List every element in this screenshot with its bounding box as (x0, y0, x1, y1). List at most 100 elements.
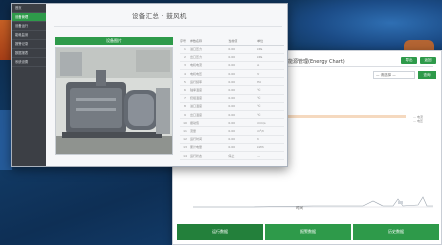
table-row[interactable]: 12 运行时间 0.00 h (180, 135, 284, 144)
row-unit: mm/s (257, 118, 284, 128)
row-unit: A (257, 61, 284, 71)
row-unit: V (257, 69, 284, 79)
row-value: 0.00 (228, 143, 258, 152)
row-param-name: 出口温度 (190, 110, 229, 120)
row-index: 1 (180, 45, 190, 54)
row-value: 0.00 (228, 69, 258, 79)
sidebar-item-home[interactable]: 首页 (12, 4, 46, 13)
row-param-name: 运行状态 (190, 151, 229, 161)
row-value: 0.00 (228, 94, 258, 103)
sidebar-item-settings[interactable]: 系统设置 (12, 58, 46, 67)
sidebar-item-reports[interactable]: 数据报表 (12, 49, 46, 58)
row-index: 5 (180, 77, 190, 87)
row-index: 9 (180, 110, 190, 120)
row-param-name: 进口压力 (190, 45, 229, 54)
sidebar: 首页 设备管理 设备运行 能耗监测 报警记录 数据报表 系统设置 (12, 4, 46, 166)
table-row[interactable]: 3 电机电流 0.00 A (180, 61, 284, 71)
row-param-name: 电机电流 (190, 61, 229, 71)
header-divider (283, 66, 433, 67)
chart-legend: — 电流 — 电压 (413, 115, 423, 123)
row-value: 0.00 (228, 45, 258, 54)
row-param-name: 电机电压 (190, 69, 229, 79)
energy-chart-title: 能源管理(Energy Chart) (288, 59, 345, 65)
device-select[interactable]: — 请选择 — (373, 71, 415, 79)
energy-line-plot (193, 196, 433, 208)
row-param-name: 绕组温度 (190, 94, 229, 103)
table-row[interactable]: 6 轴承温度 0.00 ℃ (180, 85, 284, 95)
row-index: 8 (180, 102, 190, 112)
title-divider (54, 26, 282, 27)
row-unit: kPa (257, 45, 284, 54)
row-unit: — (257, 151, 284, 161)
row-value: 0.00 (228, 110, 258, 120)
row-index: 10 (180, 118, 190, 128)
device-detail-window[interactable]: 首页 设备管理 设备运行 能耗监测 报警记录 数据报表 系统设置 设备汇总 · … (11, 3, 288, 167)
row-value: 0.00 (228, 118, 258, 128)
row-index: 14 (180, 151, 190, 161)
sidebar-item-energy[interactable]: 能耗监测 (12, 31, 46, 40)
table-row[interactable]: 7 绕组温度 0.00 ℃ (180, 94, 284, 103)
row-index: 3 (180, 61, 190, 71)
sidebar-item-runtime[interactable]: 设备运行 (12, 22, 46, 31)
row-unit: Hz (257, 77, 284, 87)
row-value: 0.00 (228, 126, 258, 136)
table-row[interactable]: 9 出口温度 0.00 ℃ (180, 110, 284, 120)
row-unit: m³/h (257, 126, 284, 136)
bottom-tab-bar: 运行数据 报警数据 历史数据 (177, 224, 439, 240)
table-row[interactable]: 8 进口温度 0.00 ℃ (180, 102, 284, 112)
row-index: 6 (180, 85, 190, 95)
table-row[interactable]: 14 运行状态 停止 — (180, 151, 284, 161)
row-value: 0.00 (228, 102, 258, 112)
tab-alarm-data[interactable]: 报警数据 (265, 224, 351, 240)
row-unit: ℃ (257, 102, 284, 112)
back-button[interactable]: 返回 (420, 57, 436, 64)
col-index: 序号 (180, 37, 190, 46)
row-index: 2 (180, 53, 190, 62)
row-param-name: 累计电量 (190, 143, 229, 152)
row-unit: kPa (257, 53, 284, 62)
table-row[interactable]: 1 进口压力 0.00 kPa (180, 45, 284, 54)
tab-history-data[interactable]: 历史数据 (353, 224, 439, 240)
table-row[interactable]: 10 振动值 0.00 mm/s (180, 118, 284, 128)
series-band (288, 115, 406, 118)
sidebar-item-alarms[interactable]: 报警记录 (12, 40, 46, 49)
row-unit: kWh (257, 143, 284, 152)
row-unit: ℃ (257, 85, 284, 95)
export-button[interactable]: 导出 (401, 57, 417, 64)
row-unit: ℃ (257, 110, 284, 120)
table-row[interactable]: 4 电机电压 0.00 V (180, 69, 284, 79)
legend-item-voltage: — 电压 (413, 119, 423, 123)
row-param-name: 振动值 (190, 118, 229, 128)
row-param-name: 流量 (190, 126, 229, 136)
page-title: 设备汇总 · 鼓风机 (132, 12, 187, 20)
tab-runtime-data[interactable]: 运行数据 (177, 224, 263, 240)
row-param-name: 运行时间 (190, 135, 229, 144)
row-value: 停止 (228, 151, 258, 161)
row-index: 11 (180, 126, 190, 136)
parameter-table: 序号 参数名称 当前值 单位 1 进口压力 0.00 kPa 2 出口压力 0.00 kPa 3… (180, 37, 284, 161)
query-button[interactable]: 查询 (418, 71, 436, 79)
series-line (193, 196, 433, 208)
row-value: 0.00 (228, 61, 258, 71)
row-param-name: 运行频率 (190, 77, 229, 87)
col-value: 当前值 (228, 37, 258, 46)
table-row[interactable]: 11 流量 0.00 m³/h (180, 126, 284, 136)
table-row[interactable]: 2 出口压力 0.00 kPa (180, 53, 284, 62)
parameter-table-body: 1 进口压力 0.00 kPa 2 出口压力 0.00 kPa 3 电机电流 0.00 A 4 电机电压 0… (180, 45, 284, 161)
row-index: 7 (180, 94, 190, 103)
row-param-name: 轴承温度 (190, 85, 229, 95)
device-photo-header-button[interactable]: 设备图片 (55, 37, 173, 45)
row-value: 0.00 (228, 77, 258, 87)
row-index: 4 (180, 69, 190, 79)
x-axis-caption: 时间 (296, 206, 303, 210)
table-row[interactable]: 13 累计电量 0.00 kWh (180, 143, 284, 152)
col-name: 参数名称 (190, 37, 229, 46)
col-unit: 单位 (257, 37, 284, 46)
row-param-name: 出口压力 (190, 53, 229, 62)
row-unit: h (257, 135, 284, 144)
sidebar-item-devices[interactable]: 设备管理 (12, 13, 46, 22)
row-value: 0.00 (228, 53, 258, 62)
table-row[interactable]: 5 运行频率 0.00 Hz (180, 77, 284, 87)
row-param-name: 进口温度 (190, 102, 229, 112)
row-index: 12 (180, 135, 190, 144)
